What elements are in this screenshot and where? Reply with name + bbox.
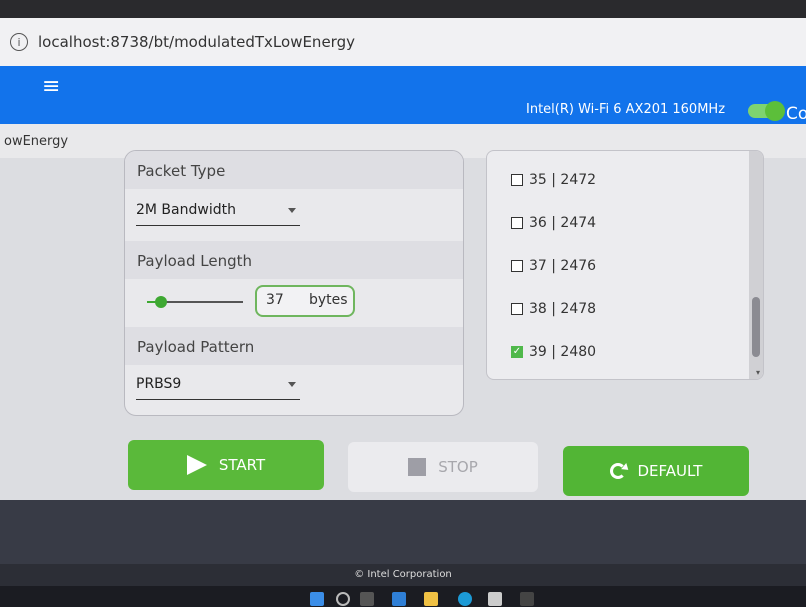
scroll-down-icon[interactable]: ▾ — [756, 368, 760, 377]
packet-type-label-row: Packet Type — [125, 151, 463, 189]
channel-item[interactable]: ✓ 39 | 2480 — [511, 341, 596, 363]
payload-pattern-label-row: Payload Pattern — [125, 327, 463, 365]
checkbox[interactable] — [511, 174, 523, 186]
url-text[interactable]: localhost:8738/bt/modulatedTxLowEnergy — [38, 33, 355, 51]
scrollbar-thumb[interactable] — [752, 297, 760, 357]
channel-list[interactable]: 35 | 2472 36 | 2474 37 | 2476 38 | 2478 ✓ 39 … — [486, 150, 764, 380]
toggle-knob — [765, 101, 785, 121]
start-label: START — [218, 456, 266, 474]
widgets-icon[interactable] — [392, 592, 406, 606]
default-label: DEFAULT — [637, 462, 703, 480]
packet-type-label: Packet Type — [137, 162, 226, 180]
adapter-name: Intel(R) Wi-Fi 6 AX201 160MHz — [526, 102, 726, 117]
checkbox[interactable] — [511, 303, 523, 315]
default-button[interactable]: DEFAULT — [563, 446, 749, 496]
stop-label: STOP — [438, 458, 478, 476]
stop-button[interactable]: STOP — [348, 442, 538, 492]
chevron-down-icon — [288, 208, 296, 213]
channel-item[interactable]: 38 | 2478 — [511, 298, 596, 320]
main-content: Packet Type 2M Bandwidth Payload Length … — [0, 150, 806, 500]
os-taskbar — [0, 586, 806, 607]
payload-length-slider[interactable] — [147, 296, 243, 308]
packet-type-value: 2M Bandwidth — [136, 202, 236, 218]
payload-length-unit: bytes — [309, 292, 348, 308]
payload-length-value: 37 — [266, 292, 284, 308]
footer-area — [0, 500, 806, 564]
breadcrumb-text: owEnergy — [4, 134, 69, 149]
channel-item[interactable]: 36 | 2474 — [511, 212, 596, 234]
info-icon[interactable]: i — [10, 33, 28, 51]
toggle-label: Co — [786, 104, 806, 124]
play-icon — [186, 455, 207, 475]
channel-label: 39 | 2480 — [529, 344, 597, 360]
task-view-icon[interactable] — [360, 592, 374, 606]
channel-item[interactable]: 37 | 2476 — [511, 255, 596, 277]
channel-item[interactable]: 35 | 2472 — [511, 169, 596, 191]
edge-browser-icon[interactable] — [458, 592, 472, 606]
channel-label: 35 | 2472 — [529, 172, 597, 188]
scrollbar[interactable]: ▾ — [749, 151, 763, 379]
payload-pattern-label: Payload Pattern — [137, 338, 255, 356]
settings-card: Packet Type 2M Bandwidth Payload Length … — [124, 150, 464, 416]
payload-length-label: Payload Length — [137, 252, 253, 270]
packet-type-select[interactable]: 2M Bandwidth — [136, 195, 300, 226]
connection-toggle[interactable] — [748, 101, 785, 121]
menu-icon[interactable]: ≡ — [42, 74, 60, 99]
channel-label: 36 | 2474 — [529, 215, 597, 231]
start-button[interactable]: START — [128, 440, 324, 490]
footer: © Intel Corporation — [0, 564, 806, 586]
screen-bezel — [0, 0, 806, 18]
payload-pattern-select[interactable]: PRBS9 — [136, 369, 300, 400]
checkbox[interactable] — [511, 217, 523, 229]
payload-length-input[interactable]: 37 bytes — [255, 285, 355, 317]
file-explorer-icon[interactable] — [424, 592, 438, 606]
store-icon[interactable] — [488, 592, 502, 606]
refresh-icon — [609, 463, 626, 479]
search-icon[interactable] — [336, 592, 350, 606]
checkbox[interactable] — [511, 260, 523, 272]
stop-icon — [408, 458, 427, 476]
terminal-icon[interactable] — [520, 592, 534, 606]
payload-pattern-value: PRBS9 — [136, 376, 182, 392]
browser-address-bar[interactable]: i localhost:8738/bt/modulatedTxLowEnergy — [0, 18, 806, 66]
channel-label: 38 | 2478 — [529, 301, 597, 317]
checkbox-checked[interactable]: ✓ — [511, 346, 523, 358]
start-menu-icon[interactable] — [310, 592, 324, 606]
app-header: ≡ Intel(R) Wi-Fi 6 AX201 160MHz Co — [0, 66, 806, 124]
channel-label: 37 | 2476 — [529, 258, 597, 274]
copyright-text: © Intel Corporation — [354, 569, 452, 580]
payload-length-label-row: Payload Length — [125, 241, 463, 279]
slider-thumb[interactable] — [155, 296, 168, 308]
chevron-down-icon — [288, 382, 296, 387]
